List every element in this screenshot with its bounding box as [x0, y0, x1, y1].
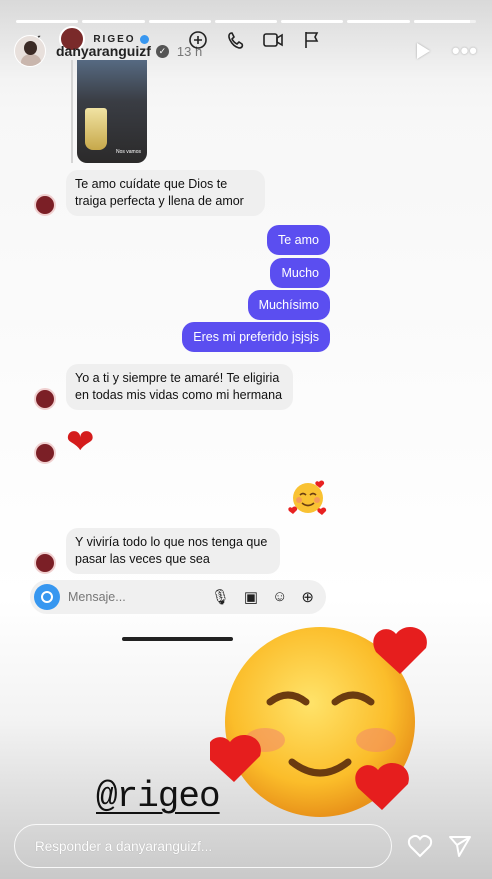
contact-avatar — [34, 442, 56, 464]
contact-avatar — [34, 194, 56, 216]
composer-placeholder[interactable]: Mensaje... — [68, 590, 126, 604]
progress-segment — [82, 20, 145, 23]
progress-segment — [16, 20, 79, 23]
progress-segment — [347, 20, 410, 23]
champagne-glass — [85, 108, 107, 150]
mention-sticker[interactable]: @rigeo — [96, 776, 221, 817]
heart-message: ❤ — [66, 423, 95, 461]
story-username[interactable]: danyaranguizf — [56, 43, 151, 59]
more-options-icon[interactable]: ••• — [452, 38, 478, 64]
message-bubble-outgoing: Mucho — [270, 258, 330, 288]
camera-icon[interactable] — [34, 584, 60, 610]
message-bubble-incoming: Yo a ti y siempre te amaré! Te eligiria … — [66, 364, 293, 410]
progress-segment — [281, 20, 344, 23]
smiling-face-with-hearts-icon — [288, 480, 327, 515]
smiling-face-with-hearts-sticker — [210, 626, 427, 817]
message-bubble-incoming: Y viviría todo lo que nos tenga que pasa… — [66, 528, 280, 574]
gallery-icon[interactable]: ▣ — [244, 588, 258, 606]
microphone-icon[interactable]: 🎙 — [211, 588, 230, 606]
story-progress-bar — [16, 20, 476, 23]
shared-photo: Nos vamos — [77, 60, 147, 163]
message-composer[interactable]: Mensaje... 🎙 ▣ ☺ ⊕ — [30, 580, 326, 614]
progress-segment — [148, 20, 211, 23]
plus-icon[interactable]: ⊕ — [301, 588, 314, 606]
sticker-icon[interactable]: ☺ — [272, 588, 287, 606]
heart-icon[interactable] — [406, 832, 434, 860]
send-icon[interactable] — [446, 832, 474, 860]
story-reply-input[interactable]: Responder a danyaranguizf... — [14, 824, 392, 868]
message-bubble-outgoing: Muchísimo — [247, 290, 330, 320]
reply-line — [71, 60, 73, 163]
dm-chat: Nos vamos Te amo cuídate que Dios te tra… — [30, 60, 330, 630]
progress-segment — [214, 20, 278, 23]
progress-segment — [413, 20, 476, 23]
story-viewer: ‹ RIGEO danyaranguizf ✓ 13 h ••• — [0, 0, 492, 879]
message-bubble-outgoing: Te amo — [267, 225, 330, 255]
message-bubble-incoming: Te amo cuídate que Dios te traiga perfec… — [66, 170, 265, 216]
play-icon[interactable] — [416, 43, 430, 59]
message-bubble-outgoing: Eres mi preferido jsjsjs — [182, 322, 330, 352]
dm-call-icons — [189, 31, 319, 49]
reply-placeholder[interactable]: Responder a danyaranguizf... — [35, 839, 212, 854]
photo-caption: Nos vamos — [115, 149, 141, 155]
contact-avatar — [34, 388, 56, 410]
contact-avatar — [34, 552, 56, 574]
verified-badge-icon: ✓ — [155, 44, 169, 58]
